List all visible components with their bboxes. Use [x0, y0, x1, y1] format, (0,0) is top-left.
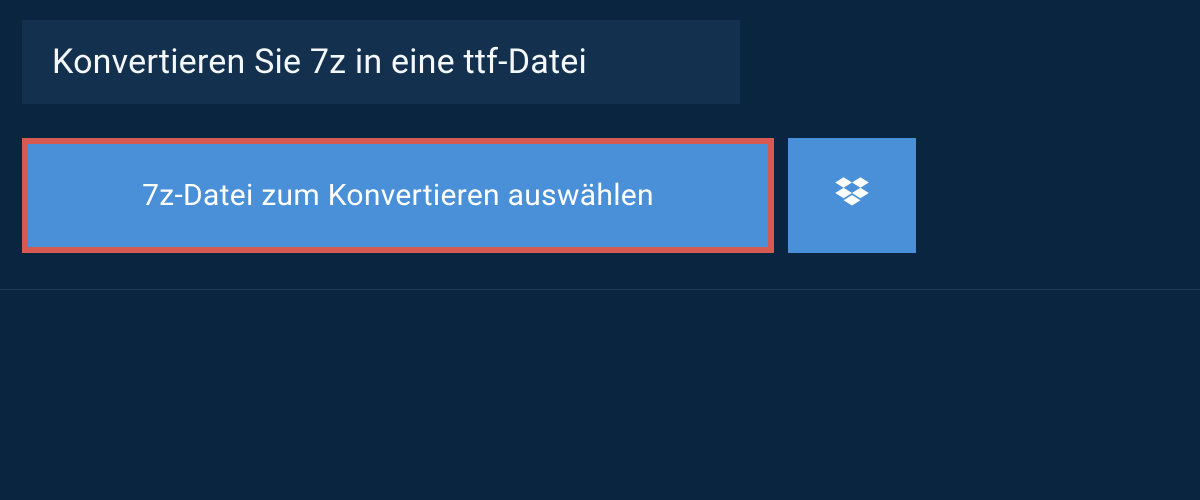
page-title: Konvertieren Sie 7z in eine ttf-Datei [52, 42, 710, 82]
select-file-label: 7z-Datei zum Konvertieren auswählen [142, 178, 654, 213]
dropbox-button[interactable] [788, 138, 916, 253]
page-header: Konvertieren Sie 7z in eine ttf-Datei [22, 20, 740, 104]
action-row: 7z-Datei zum Konvertieren auswählen [22, 138, 1200, 253]
dropbox-icon [831, 173, 873, 219]
section-divider [0, 289, 1200, 290]
select-file-button[interactable]: 7z-Datei zum Konvertieren auswählen [22, 138, 774, 253]
